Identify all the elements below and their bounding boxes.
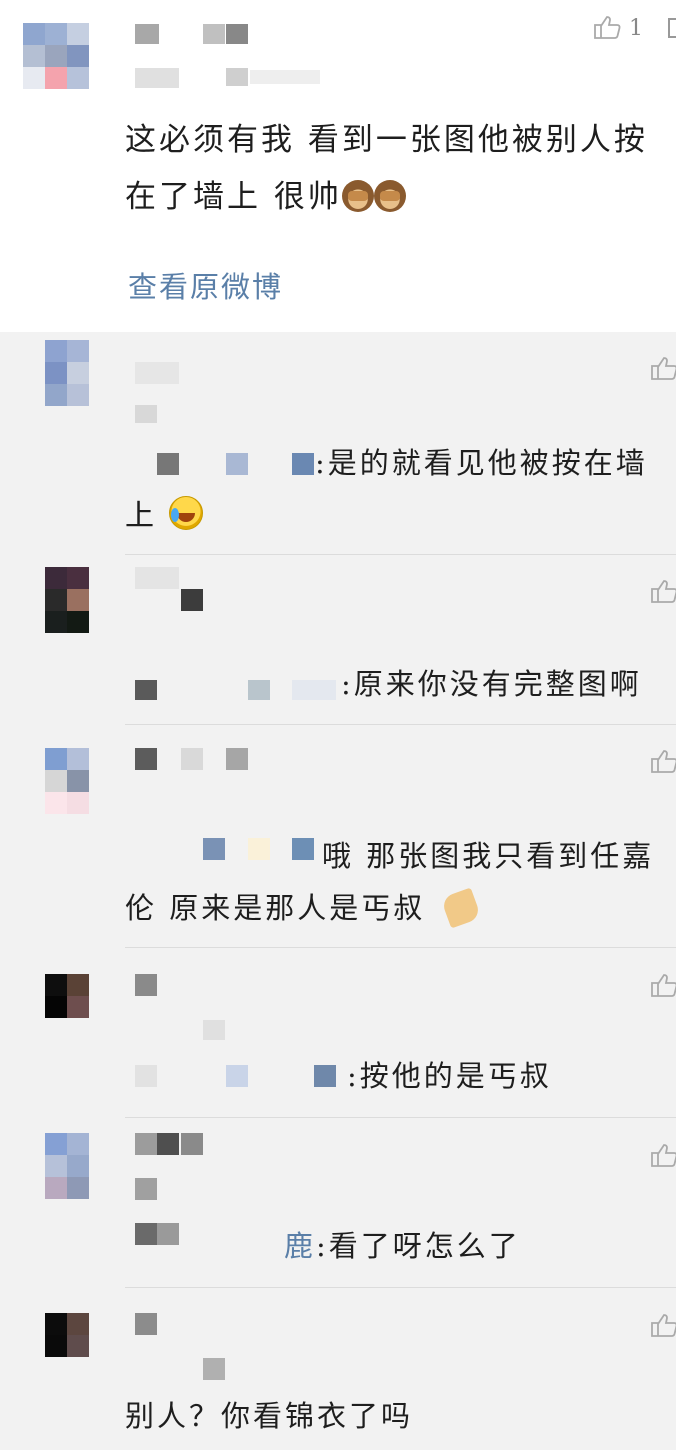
username-blur bbox=[181, 748, 203, 770]
comment-text: 哦 那张图我只看到任嘉伦 原来是那人是丐叔 bbox=[125, 839, 655, 925]
divider bbox=[125, 1117, 676, 1118]
avatar[interactable] bbox=[45, 1313, 89, 1357]
timestamp-blur bbox=[135, 405, 157, 423]
username-blur bbox=[226, 24, 248, 44]
original-post: 1 这必须有我 看到一张图他被别人按在了墙上 很帅 查看原微博 bbox=[0, 0, 676, 332]
divider bbox=[125, 554, 676, 555]
username-blur[interactable] bbox=[135, 24, 159, 44]
comment-text: 鹿:看了呀怎么了 bbox=[284, 1229, 521, 1263]
timestamp-blur bbox=[226, 68, 248, 86]
laughing-tears-emoji-icon bbox=[169, 496, 204, 530]
timestamp-blur bbox=[135, 68, 179, 88]
view-original-link[interactable]: 查看原微博 bbox=[128, 264, 283, 306]
avatar[interactable] bbox=[23, 23, 89, 89]
username-blur bbox=[181, 1133, 203, 1155]
avatar[interactable] bbox=[45, 567, 89, 633]
thumbs-up-icon[interactable] bbox=[650, 578, 676, 604]
divider bbox=[125, 1287, 676, 1288]
thumbs-up-icon[interactable] bbox=[650, 1142, 676, 1168]
thumbs-up-icon[interactable] bbox=[593, 14, 621, 40]
thumbs-up-icon[interactable] bbox=[650, 1312, 676, 1338]
username-blur bbox=[226, 748, 248, 770]
like-count: 1 bbox=[629, 16, 643, 41]
avatar[interactable] bbox=[45, 748, 89, 814]
comment-text: 别人？你看锦衣了吗 bbox=[125, 1399, 414, 1433]
timestamp-blur bbox=[181, 589, 203, 611]
username-blur[interactable] bbox=[135, 1133, 157, 1155]
divider bbox=[125, 724, 676, 725]
timestamp-blur bbox=[203, 1358, 225, 1380]
username-blur bbox=[157, 1133, 179, 1155]
avatar[interactable] bbox=[45, 340, 89, 406]
comment-text: :按他的是丐叔 bbox=[347, 1059, 552, 1093]
avatar[interactable] bbox=[45, 1133, 89, 1199]
divider bbox=[125, 947, 676, 948]
username-blur[interactable] bbox=[135, 748, 157, 770]
username-blur[interactable] bbox=[135, 1313, 157, 1335]
username-blur[interactable] bbox=[135, 362, 179, 384]
thumbs-up-icon[interactable] bbox=[650, 972, 676, 998]
timestamp-blur bbox=[203, 1020, 225, 1040]
comment-text-line2: 上 bbox=[125, 489, 676, 541]
timestamp-blur bbox=[250, 70, 320, 84]
username-blur bbox=[203, 24, 225, 44]
username-blur[interactable] bbox=[135, 567, 179, 589]
comment-text: :原来你没有完整图啊 bbox=[341, 667, 642, 701]
more-icon[interactable] bbox=[668, 18, 676, 38]
avatar[interactable] bbox=[45, 974, 89, 1018]
monkey-emoji-icon bbox=[373, 180, 406, 212]
reply-username[interactable]: 鹿 bbox=[284, 1229, 316, 1263]
timestamp-blur bbox=[135, 1178, 157, 1200]
username-blur[interactable] bbox=[135, 974, 157, 996]
thumbs-up-icon[interactable] bbox=[650, 355, 676, 381]
post-text: 这必须有我 看到一张图他被别人按在了墙上 很帅 bbox=[125, 122, 648, 215]
thumbs-up-icon[interactable] bbox=[650, 748, 676, 774]
monkey-emoji-icon bbox=[341, 180, 374, 212]
